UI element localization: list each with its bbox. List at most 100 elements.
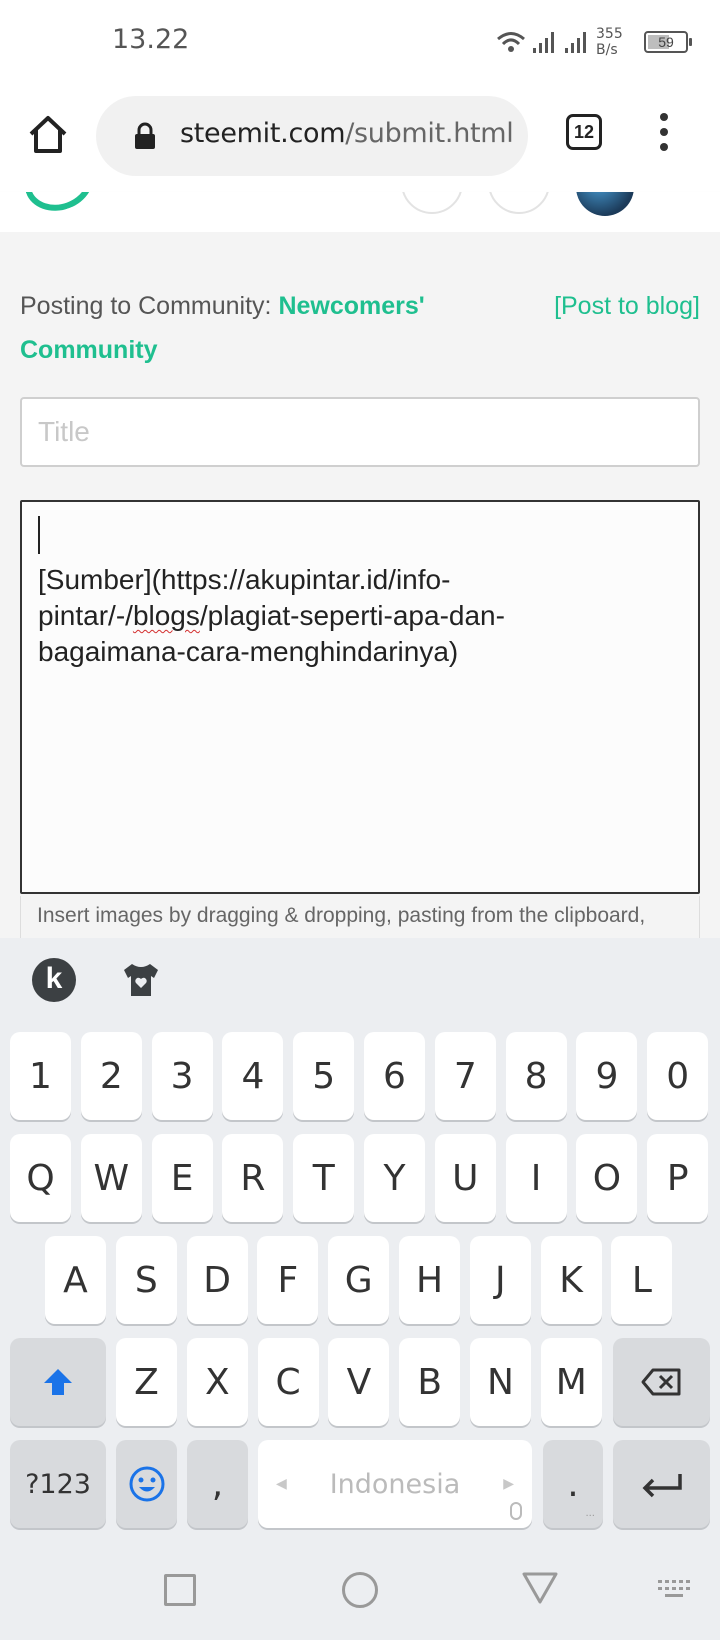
key-label: 9 bbox=[595, 1055, 619, 1097]
key-label: Indonesia bbox=[329, 1468, 461, 1500]
key-f[interactable]: F bbox=[257, 1236, 319, 1324]
key-j[interactable]: J bbox=[469, 1236, 531, 1324]
key-label: 3 bbox=[170, 1055, 194, 1097]
key-label: S bbox=[134, 1259, 158, 1301]
key-e[interactable]: E bbox=[151, 1134, 213, 1222]
key-7[interactable]: 7 bbox=[434, 1032, 496, 1120]
key-label: I bbox=[530, 1157, 542, 1199]
key-label: L bbox=[631, 1259, 652, 1301]
home-icon[interactable] bbox=[26, 112, 70, 156]
key-2[interactable]: 2 bbox=[80, 1032, 142, 1120]
post-to-blog-link[interactable]: [Post to blog] bbox=[554, 284, 700, 328]
key-v[interactable]: V bbox=[328, 1338, 390, 1426]
key-5[interactable]: 5 bbox=[293, 1032, 355, 1120]
key-d[interactable]: D bbox=[186, 1236, 248, 1324]
key-label: O bbox=[592, 1157, 622, 1199]
post-body-editor[interactable]: [Sumber](https://akupintar.id/info- pint… bbox=[20, 500, 700, 894]
kika-icon[interactable]: k bbox=[32, 958, 76, 1002]
key-h[interactable]: H bbox=[399, 1236, 460, 1324]
comma-key[interactable]: , bbox=[187, 1440, 248, 1528]
enter-key[interactable] bbox=[613, 1440, 710, 1528]
key-4[interactable]: 4 bbox=[222, 1032, 284, 1120]
create-post-icon[interactable] bbox=[488, 192, 550, 214]
signal-icon-1 bbox=[533, 32, 554, 53]
steemit-logo[interactable] bbox=[16, 192, 102, 221]
space-key[interactable]: Indonesia ◀ ▶ bbox=[258, 1440, 532, 1528]
key-u[interactable]: U bbox=[434, 1134, 496, 1222]
key-label: J bbox=[494, 1259, 506, 1301]
key-label: K bbox=[559, 1259, 583, 1301]
body-line: [Sumber](https://akupintar.id/info- bbox=[38, 564, 451, 595]
symbols-key[interactable]: ?123 bbox=[10, 1440, 106, 1528]
key-label: P bbox=[666, 1157, 689, 1199]
key-z[interactable]: Z bbox=[116, 1338, 177, 1426]
body-line: bagaimana-cara-menghindarinya) bbox=[38, 636, 459, 667]
search-icon[interactable] bbox=[401, 192, 463, 214]
key-label: C bbox=[275, 1361, 301, 1403]
key-label: G bbox=[344, 1259, 373, 1301]
key-1[interactable]: 1 bbox=[10, 1032, 71, 1120]
arrow-right-icon: ▶ bbox=[503, 1476, 514, 1492]
text-caret bbox=[38, 516, 40, 554]
key-l[interactable]: L bbox=[611, 1236, 673, 1324]
site-header bbox=[0, 192, 720, 232]
status-icons: 355 B/s 59 bbox=[496, 22, 692, 62]
emoji-key[interactable] bbox=[116, 1440, 177, 1528]
key-q[interactable]: Q bbox=[10, 1134, 71, 1222]
key-i[interactable]: I bbox=[505, 1134, 567, 1222]
navigation-bar bbox=[0, 1540, 720, 1640]
key-r[interactable]: R bbox=[222, 1134, 284, 1222]
status-time: 13.22 bbox=[112, 24, 190, 55]
key-c[interactable]: C bbox=[257, 1338, 319, 1426]
home-nav-icon[interactable] bbox=[342, 1572, 378, 1608]
key-a[interactable]: A bbox=[45, 1236, 106, 1324]
key-0[interactable]: 0 bbox=[647, 1032, 709, 1120]
more-punctuation-icon: ··· bbox=[585, 1511, 595, 1522]
theme-shirt-icon[interactable] bbox=[120, 960, 162, 1000]
key-y[interactable]: Y bbox=[364, 1134, 425, 1222]
recent-apps-icon[interactable] bbox=[164, 1574, 196, 1606]
network-speed-value: 355 bbox=[596, 26, 623, 42]
key-label: M bbox=[555, 1361, 587, 1403]
back-icon[interactable] bbox=[520, 1570, 560, 1606]
backspace-key[interactable] bbox=[613, 1338, 710, 1426]
key-t[interactable]: T bbox=[293, 1134, 355, 1222]
shift-icon bbox=[44, 1369, 72, 1395]
key-label: T bbox=[312, 1157, 335, 1199]
key-label: Z bbox=[134, 1361, 159, 1403]
period-key[interactable]: . ··· bbox=[543, 1440, 603, 1528]
key-n[interactable]: N bbox=[470, 1338, 531, 1426]
key-k[interactable]: K bbox=[540, 1236, 602, 1324]
posting-prefix: Posting to Community: bbox=[20, 292, 279, 320]
key-b[interactable]: B bbox=[399, 1338, 461, 1426]
key-8[interactable]: 8 bbox=[505, 1032, 567, 1120]
key-s[interactable]: S bbox=[115, 1236, 177, 1324]
title-input[interactable] bbox=[20, 397, 700, 467]
key-3[interactable]: 3 bbox=[151, 1032, 213, 1120]
key-label: , bbox=[211, 1463, 224, 1505]
key-g[interactable]: G bbox=[328, 1236, 390, 1324]
tab-switcher-button[interactable]: 12 bbox=[566, 114, 602, 150]
key-w[interactable]: W bbox=[80, 1134, 142, 1222]
body-line: pintar/-/blogs/plagiat-seperti-apa-dan- bbox=[38, 600, 505, 631]
key-m[interactable]: M bbox=[540, 1338, 602, 1426]
more-options-icon[interactable] bbox=[650, 110, 678, 154]
key-label: X bbox=[204, 1361, 230, 1403]
avatar[interactable] bbox=[576, 192, 634, 216]
key-label: D bbox=[203, 1259, 231, 1301]
key-o[interactable]: O bbox=[576, 1134, 638, 1222]
mic-icon bbox=[510, 1502, 522, 1520]
misspelled-word[interactable]: blogs bbox=[133, 600, 200, 631]
key-9[interactable]: 9 bbox=[576, 1032, 638, 1120]
key-x[interactable]: X bbox=[186, 1338, 248, 1426]
address-bar[interactable]: steemit.com/submit.html bbox=[96, 96, 528, 176]
key-p[interactable]: P bbox=[647, 1134, 709, 1222]
shift-key[interactable] bbox=[10, 1338, 106, 1426]
key-label: 8 bbox=[524, 1055, 548, 1097]
arrow-left-icon: ◀ bbox=[276, 1476, 287, 1492]
keyboard-switch-icon[interactable] bbox=[656, 1578, 692, 1600]
key-6[interactable]: 6 bbox=[364, 1032, 425, 1120]
key-label: N bbox=[487, 1361, 514, 1403]
key-label: A bbox=[63, 1259, 88, 1301]
signal-icon-2 bbox=[565, 32, 586, 53]
